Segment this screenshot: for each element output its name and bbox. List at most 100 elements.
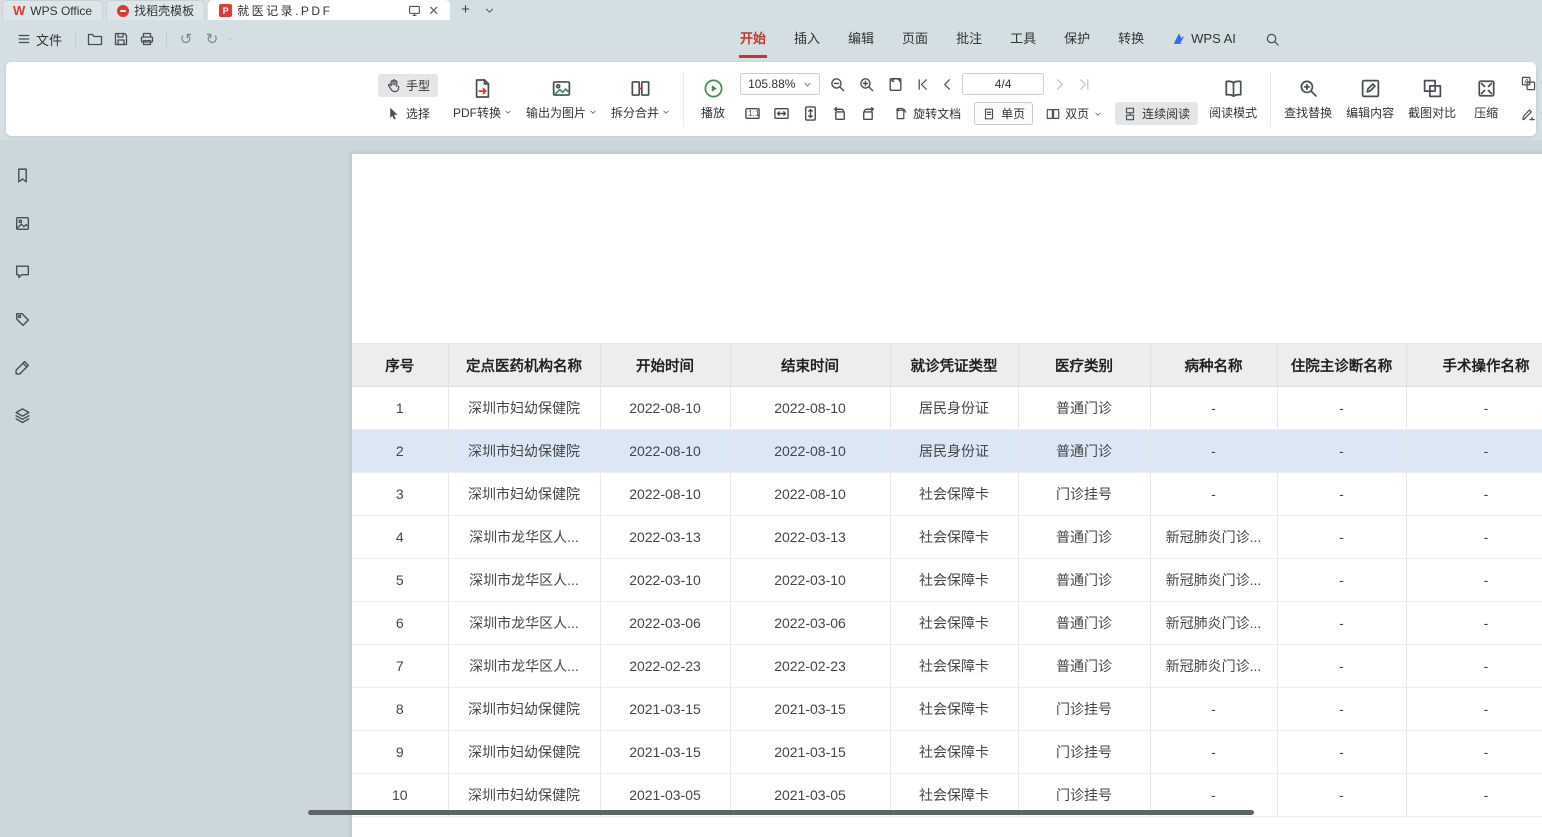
fit-window-button[interactable] <box>883 73 907 95</box>
full-text-translate-icon: A <box>1521 76 1536 91</box>
table-cell: 2022-08-10 <box>730 387 890 430</box>
table-cell: - <box>1277 731 1406 774</box>
last-page-button[interactable] <box>1074 73 1094 95</box>
redo-history-chevron-icon[interactable] <box>225 34 235 44</box>
file-menu-button[interactable]: 文件 <box>10 26 69 53</box>
ribbon-tab-insert[interactable]: 插入 <box>780 20 834 58</box>
table-cell: - <box>1150 688 1277 731</box>
table-body: 1深圳市妇幼保健院2022-08-102022-08-10居民身份证普通门诊--… <box>352 387 1542 817</box>
undo-button[interactable]: ↺ <box>173 27 199 51</box>
export-image-icon <box>551 78 572 99</box>
print-button[interactable] <box>134 27 160 51</box>
next-page-button[interactable] <box>1049 73 1069 95</box>
find-replace-button[interactable]: 查找替换 <box>1277 74 1339 125</box>
table-row: 1深圳市妇幼保健院2022-08-102022-08-10居民身份证普通门诊--… <box>352 387 1542 430</box>
continuous-reading-button[interactable]: 连续阅读 <box>1115 102 1198 125</box>
tab-wps-office-label: WPS Office <box>30 4 92 18</box>
compress-button[interactable]: 压缩 <box>1463 74 1509 125</box>
signature-panel-button[interactable] <box>9 354 35 380</box>
fit-width-icon <box>773 105 790 122</box>
ribbon-tab-home[interactable]: 开始 <box>726 20 780 58</box>
actual-size-button[interactable]: 1:1 <box>740 103 764 125</box>
tab-wps-office[interactable]: W WPS Office <box>2 0 103 20</box>
read-mode-button[interactable]: 阅读模式 <box>1202 74 1264 125</box>
save-button[interactable] <box>108 27 134 51</box>
screenshot-compare-icon <box>1422 78 1443 99</box>
split-merge-button[interactable]: 拆分合并 <box>604 74 677 125</box>
select-tool-button[interactable]: 选择 <box>378 102 438 125</box>
horizontal-scrollbar[interactable] <box>308 810 1254 815</box>
table-cell: - <box>1277 387 1406 430</box>
split-merge-icon <box>630 78 651 99</box>
edit-content-button[interactable]: 编辑内容 <box>1339 74 1401 125</box>
tab-document-pdf[interactable]: P 就医记录.PDF ✕ <box>208 0 450 20</box>
comment-icon <box>14 263 31 280</box>
thumbnails-panel-button[interactable] <box>9 210 35 236</box>
table-cell: - <box>1150 387 1277 430</box>
table-cell: 深圳市妇幼保健院 <box>448 430 600 473</box>
new-tab-button[interactable]: + <box>453 0 478 20</box>
table-cell: 8 <box>352 688 448 731</box>
fit-page-button[interactable] <box>798 103 822 125</box>
previous-page-button[interactable] <box>937 73 957 95</box>
table-cell: - <box>1277 645 1406 688</box>
zoom-in-button[interactable] <box>854 73 878 95</box>
pdf-page: 序号定点医药机构名称开始时间结束时间就诊凭证类型医疗类别病种名称住院主诊断名称手… <box>352 154 1542 837</box>
rotate-right-icon <box>860 105 877 122</box>
ribbon-search-button[interactable] <box>1260 26 1286 52</box>
ribbon-tab-convert[interactable]: 转换 <box>1104 20 1158 58</box>
column-header: 结束时间 <box>730 344 890 387</box>
read-mode-label: 阅读模式 <box>1209 104 1257 121</box>
attachments-panel-button[interactable] <box>9 306 35 332</box>
close-tab-icon[interactable]: ✕ <box>428 4 439 17</box>
table-cell: 门诊挂号 <box>1018 688 1150 731</box>
table-cell: 深圳市龙华区人... <box>448 559 600 602</box>
monitor-icon[interactable] <box>408 4 421 17</box>
open-file-button[interactable] <box>82 27 108 51</box>
next-page-icon <box>1052 77 1067 92</box>
fit-width-button[interactable] <box>769 103 793 125</box>
export-image-button[interactable]: 输出为图片 <box>519 74 604 125</box>
table-cell: 2022-08-10 <box>730 430 890 473</box>
ribbon-tab-tools[interactable]: 工具 <box>996 20 1050 58</box>
tab-list-chevron-icon[interactable] <box>484 5 495 16</box>
redo-button[interactable]: ↻ <box>199 27 225 51</box>
select-tool-label: 选择 <box>406 105 430 122</box>
tab-docer-templates[interactable]: 找稻壳模板 <box>106 0 205 20</box>
ribbon-tab-wps-ai[interactable]: WPS AI <box>1158 20 1250 58</box>
rotate-right-button[interactable] <box>856 103 880 125</box>
ribbon-tab-comment[interactable]: 批注 <box>942 20 996 58</box>
table-cell: 3 <box>352 473 448 516</box>
table-cell: 2022-03-10 <box>730 559 890 602</box>
layers-panel-button[interactable] <box>9 402 35 428</box>
rotate-left-button[interactable] <box>827 103 851 125</box>
page-number-input[interactable]: 4/4 <box>962 73 1044 95</box>
table-cell: - <box>1406 688 1542 731</box>
bookmarks-panel-button[interactable] <box>9 162 35 188</box>
double-page-button[interactable]: 双页 <box>1038 102 1110 125</box>
zoom-out-button[interactable] <box>825 73 849 95</box>
screenshot-compare-button[interactable]: 截图对比 <box>1401 74 1463 125</box>
first-page-button[interactable] <box>912 73 932 95</box>
table-cell: 社会保障卡 <box>890 473 1018 516</box>
ribbon-tab-page[interactable]: 页面 <box>888 20 942 58</box>
play-button[interactable]: 播放 <box>690 74 736 125</box>
table-cell: 深圳市龙华区人... <box>448 602 600 645</box>
hand-tool-button[interactable]: 手型 <box>378 74 438 97</box>
single-page-button[interactable]: 单页 <box>974 102 1033 125</box>
single-page-label: 单页 <box>1001 105 1025 122</box>
word-translate-button[interactable]: 划词翻译 <box>1513 103 1542 126</box>
chevron-down-icon <box>504 108 512 116</box>
comments-panel-button[interactable] <box>9 258 35 284</box>
pdf-convert-button[interactable]: PDF转换 <box>446 74 519 125</box>
ribbon-tab-protect[interactable]: 保护 <box>1050 20 1104 58</box>
full-text-translate-button[interactable]: A 全文翻译 <box>1513 72 1542 95</box>
rotate-document-button[interactable]: 旋转文档 <box>885 102 969 125</box>
zoom-level-select[interactable]: 105.88% <box>740 73 820 95</box>
table-cell: - <box>1277 516 1406 559</box>
table-cell: 2021-03-15 <box>600 731 730 774</box>
ribbon-tab-edit[interactable]: 编辑 <box>834 20 888 58</box>
table-cell: 2021-03-15 <box>730 688 890 731</box>
divider <box>683 72 684 126</box>
undo-icon: ↺ <box>180 32 193 47</box>
